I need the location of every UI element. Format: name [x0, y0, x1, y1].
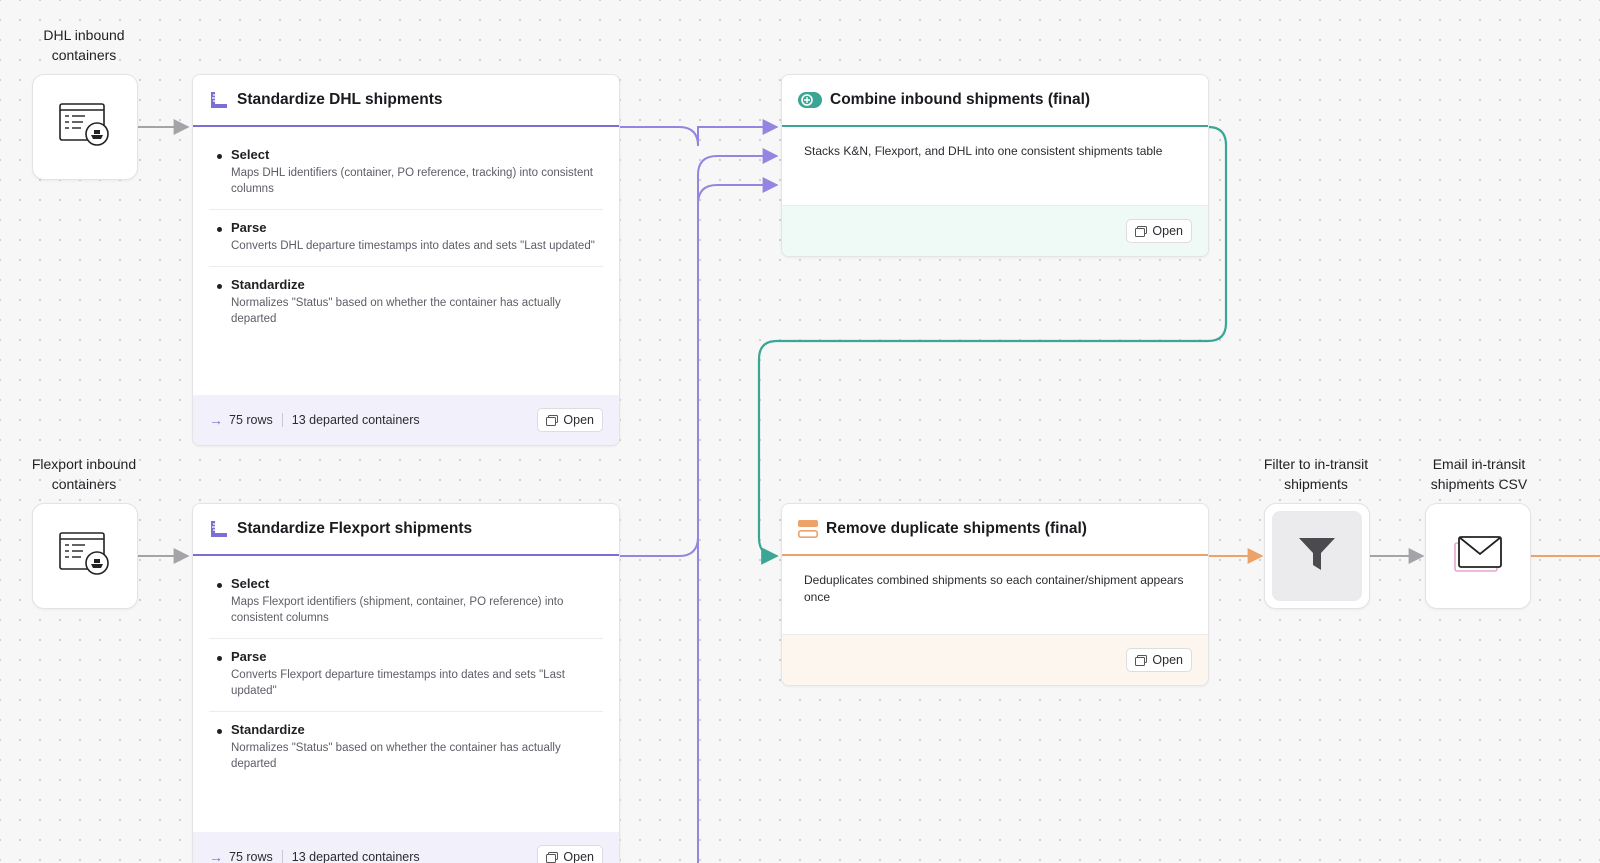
ruler-icon — [209, 90, 229, 110]
open-window-icon — [1135, 225, 1148, 237]
card-description: Deduplicates combined shipments so each … — [804, 573, 1184, 604]
open-button[interactable]: Open — [537, 845, 603, 863]
step-name: Select — [231, 576, 270, 591]
card-title: Remove duplicate shipments (final) — [826, 520, 1087, 537]
step-description: Converts Flexport departure timestamps i… — [231, 669, 565, 697]
open-button-label: Open — [1152, 653, 1183, 667]
departed-count: 13 departed containers — [291, 413, 420, 427]
step-name: Parse — [231, 220, 267, 235]
card-header: Remove duplicate shipments (final) — [782, 504, 1208, 556]
step-name: Standardize — [231, 722, 305, 737]
divider — [281, 850, 283, 863]
step-list: Select Maps Flexport identifiers (shipme… — [193, 556, 619, 784]
row-count: 75 rows — [229, 413, 273, 427]
open-window-icon — [546, 414, 559, 426]
card-standardize-flexport[interactable]: Standardize Flexport shipments Select Ma… — [192, 503, 620, 863]
step-parse: Parse Converts Flexport departure timest… — [209, 639, 603, 712]
table-ship-icon — [59, 102, 111, 152]
card-header: Combine inbound shipments (final) — [782, 75, 1208, 127]
departed-count: 13 departed containers — [291, 850, 420, 863]
email-icon — [1454, 534, 1502, 579]
open-window-icon — [1135, 654, 1148, 666]
card-header: Standardize DHL shipments — [193, 75, 619, 127]
step-description: Normalizes "Status" based on whether the… — [231, 742, 561, 770]
table-ship-icon — [59, 531, 111, 581]
arrow-right-icon: → — [209, 849, 223, 863]
ruler-icon — [209, 519, 229, 539]
card-footer: → 75 rows 13 departed containers Open — [193, 395, 619, 445]
action-label-email: Email in-transit shipments CSV — [1430, 456, 1528, 492]
card-title: Standardize Flexport shipments — [237, 520, 473, 537]
combine-icon — [798, 92, 822, 108]
step-select: Select Maps DHL identifiers (container, … — [209, 137, 603, 210]
card-combine-shipments[interactable]: Combine inbound shipments (final) Stacks… — [781, 74, 1209, 257]
open-button[interactable]: Open — [1126, 219, 1192, 243]
action-node-filter[interactable] — [1264, 503, 1370, 609]
step-description: Maps Flexport identifiers (shipment, con… — [231, 596, 564, 624]
card-title: Combine inbound shipments (final) — [830, 91, 1091, 108]
step-name: Select — [231, 147, 270, 162]
action-label-filter: Filter to in-transit shipments — [1263, 456, 1369, 492]
step-description: Maps DHL identifiers (container, PO refe… — [231, 167, 593, 195]
open-button-label: Open — [563, 850, 594, 863]
wire-dhl-to-combine — [619, 119, 779, 147]
action-node-email[interactable] — [1425, 503, 1531, 609]
card-standardize-dhl[interactable]: Standardize DHL shipments Select Maps DH… — [192, 74, 620, 446]
step-description: Normalizes "Status" based on whether the… — [231, 297, 561, 325]
open-button[interactable]: Open — [537, 408, 603, 432]
card-header: Standardize Flexport shipments — [193, 504, 619, 556]
card-footer: Open — [782, 205, 1208, 256]
wire-kn-to-combine — [697, 177, 779, 863]
step-select: Select Maps Flexport identifiers (shipme… — [209, 566, 603, 639]
card-footer: Open — [782, 634, 1208, 685]
filter-icon — [1298, 537, 1336, 576]
step-description: Converts DHL departure timestamps into d… — [231, 240, 595, 252]
divider — [281, 413, 283, 427]
card-remove-duplicates[interactable]: Remove duplicate shipments (final) Dedup… — [781, 503, 1209, 686]
source-node-flexport[interactable] — [32, 503, 138, 609]
step-name: Parse — [231, 649, 267, 664]
open-button-label: Open — [563, 413, 594, 427]
source-node-dhl[interactable] — [32, 74, 138, 180]
filter-icon-tile — [1272, 511, 1362, 601]
card-title: Standardize DHL shipments — [237, 91, 443, 108]
row-count: 75 rows — [229, 850, 273, 863]
wire-flexport-to-combine — [619, 148, 779, 557]
dedupe-icon — [798, 520, 818, 538]
step-standardize: Standardize Normalizes "Status" based on… — [209, 267, 603, 339]
source-label-dhl: DHL inbound containers — [43, 27, 125, 63]
step-parse: Parse Converts DHL departure timestamps … — [209, 210, 603, 267]
arrow-right-icon: → — [209, 412, 223, 428]
source-label-flexport: Flexport inbound containers — [31, 456, 137, 492]
card-footer: → 75 rows 13 departed containers Open — [193, 832, 619, 863]
open-button-label: Open — [1152, 224, 1183, 238]
card-description: Stacks K&N, Flexport, and DHL into one c… — [804, 144, 1163, 158]
open-button[interactable]: Open — [1126, 648, 1192, 672]
step-name: Standardize — [231, 277, 305, 292]
step-list: Select Maps DHL identifiers (container, … — [193, 127, 619, 339]
open-window-icon — [546, 851, 559, 863]
step-standardize: Standardize Normalizes "Status" based on… — [209, 712, 603, 784]
